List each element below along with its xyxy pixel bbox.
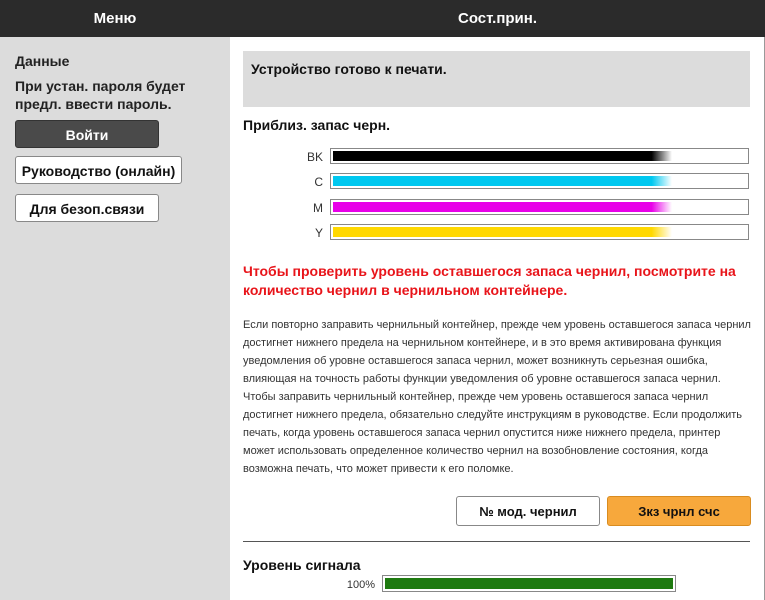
ink-label: C	[314, 175, 323, 189]
sidebar: Данные При устан. пароля будет предл. вв…	[0, 37, 230, 600]
ink-row-m: M	[243, 199, 750, 217]
signal-bar-track	[382, 575, 676, 592]
secure-communication-button[interactable]: Для безоп.связи	[15, 194, 159, 222]
page-title: Сост.прин.	[457, 10, 537, 27]
top-bar: Меню Сост.прин.	[0, 0, 765, 37]
ink-bar-fill	[333, 202, 672, 212]
menu-header[interactable]: Меню	[0, 0, 230, 37]
ink-row-y: Y	[243, 224, 750, 242]
ink-label: BK	[306, 150, 323, 164]
ink-info-paragraph: Если повторно заправить чернильный конте…	[243, 319, 751, 475]
signal-level-title: Уровень сигнала	[243, 557, 361, 573]
ink-level-title: Приблиз. запас черн.	[243, 117, 391, 133]
ink-bar-track	[330, 173, 749, 189]
divider	[243, 541, 750, 542]
ink-bar-track	[330, 224, 749, 240]
ink-bar-track	[330, 148, 749, 164]
sidebar-title: Данные	[15, 53, 70, 69]
ink-bar-fill	[333, 176, 672, 186]
main-panel: Устройство готово к печати. Приблиз. зап…	[230, 37, 765, 600]
ink-label: M	[313, 201, 323, 215]
ink-row-bk: BK	[243, 148, 750, 166]
signal-percent: 100%	[346, 579, 375, 591]
ink-bar-fill	[333, 227, 672, 237]
login-button[interactable]: Войти	[15, 120, 159, 148]
ink-bar-fill	[333, 151, 672, 161]
order-ink-button[interactable]: Зкз чрнл счс	[607, 496, 751, 526]
ink-model-button[interactable]: № мод. чернил	[456, 496, 600, 526]
ink-bar-track	[330, 199, 749, 215]
signal-bar-fill	[385, 578, 673, 589]
sidebar-description: При устан. пароля будет предл. ввести па…	[15, 78, 186, 112]
ink-row-c: C	[243, 173, 750, 191]
ink-warning-text: Чтобы проверить уровень оставшегося запа…	[243, 263, 736, 298]
status-box: Устройство готово к печати.	[243, 51, 750, 107]
ink-label: Y	[314, 226, 323, 240]
status-text: Устройство готово к печати.	[251, 61, 447, 77]
online-manual-button[interactable]: Руководство (онлайн)	[15, 156, 182, 184]
